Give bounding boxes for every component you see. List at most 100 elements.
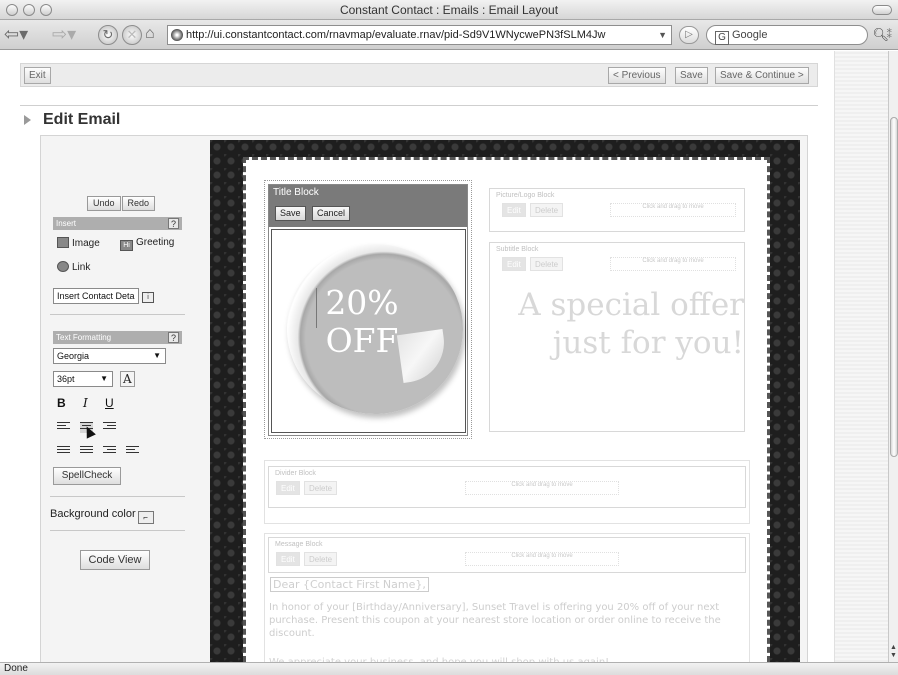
zoom-window-button[interactable] <box>40 4 52 16</box>
text-formatting-header: Text Formatting ? <box>53 331 182 344</box>
save-continue-button[interactable]: Save & Continue > <box>715 67 809 84</box>
separator <box>50 496 185 497</box>
message-delete-button[interactable]: Delete <box>304 552 338 566</box>
text-formatting-label: Text Formatting <box>56 333 112 342</box>
text-formatting-help-icon[interactable]: ? <box>168 332 179 343</box>
italic-button[interactable]: I <box>83 396 88 410</box>
right-margin <box>834 51 888 662</box>
subtitle-drag-handle[interactable]: Click and drag to move <box>610 257 736 271</box>
message-edit-button[interactable]: Edit <box>276 552 300 566</box>
home-icon[interactable]: ⌂ <box>145 25 155 45</box>
picture-logo-block[interactable]: Picture/Logo Block Edit Delete Click and… <box>489 188 745 232</box>
message-greeting: Dear {Contact First Name}, <box>270 577 429 592</box>
greeting-icon: Hi <box>120 240 133 251</box>
text-color-icon[interactable]: A <box>120 371 135 387</box>
info-icon[interactable]: i <box>142 289 157 303</box>
undo-button[interactable]: Undo <box>87 196 121 211</box>
insert-greeting-button[interactable]: Hi Greeting <box>120 237 174 251</box>
title-block-header: Title Block Save Cancel <box>269 185 467 227</box>
badge-line-2: OFF <box>325 321 399 360</box>
chevron-down-icon: ▼ <box>100 374 108 383</box>
title-block-editor[interactable]: Title Block Save Cancel 20% OFF <box>268 184 468 436</box>
title-cancel-button[interactable]: Cancel <box>312 206 351 221</box>
align-right-icon[interactable] <box>103 422 116 433</box>
align-left-icon[interactable] <box>57 422 70 433</box>
scroll-arrows-icon[interactable]: ▲ ▼ <box>890 644 897 660</box>
badge-text[interactable]: 20% OFF <box>302 284 422 360</box>
spellcheck-button[interactable]: SpellCheck <box>53 467 121 485</box>
picture-edit-button[interactable]: Edit <box>502 203 526 217</box>
close-window-button[interactable] <box>6 4 18 16</box>
subtitle-edit-button[interactable]: Edit <box>502 257 526 271</box>
message-body: In honor of your [Birthday/Anniversary],… <box>269 602 721 639</box>
subtitle-block-label: Subtitle Block <box>496 246 539 253</box>
bulleted-list-icon[interactable] <box>80 446 93 457</box>
scrollbar-thumb[interactable] <box>890 117 898 457</box>
rss-icon[interactable]: ▷ <box>679 26 699 44</box>
insert-contact-details-select[interactable]: Insert Contact Deta <box>53 288 139 304</box>
title-save-button[interactable]: Save <box>275 206 306 221</box>
font-select-value: Georgia <box>57 351 90 361</box>
insert-link-label: Link <box>72 262 91 273</box>
window-title: Constant Contact : Emails : Email Layout <box>339 3 559 17</box>
message-block[interactable]: Message Block Edit Delete Click and drag… <box>268 537 746 573</box>
picture-block-label: Picture/Logo Block <box>496 192 555 199</box>
redo-button[interactable]: Redo <box>121 196 156 211</box>
search-field[interactable]: G Google 🔍︎ <box>706 25 889 45</box>
status-bar: Done <box>0 662 898 675</box>
text-cursor <box>316 288 317 328</box>
code-view-button[interactable]: Code View <box>80 550 150 570</box>
globe-icon <box>171 29 183 41</box>
url-dropdown-icon[interactable]: ▼ <box>658 26 667 44</box>
minimize-window-button[interactable] <box>23 4 35 16</box>
image-icon <box>57 237 69 248</box>
background-color-label: Background color <box>50 508 136 520</box>
previous-button[interactable]: < Previous <box>608 67 666 84</box>
undo-redo-group: Undo Redo <box>87 196 156 212</box>
insert-greeting-label: Greeting <box>136 237 175 248</box>
subtitle-delete-button[interactable]: Delete <box>530 257 564 271</box>
font-size-value: 36pt <box>57 374 75 384</box>
message-drag-handle[interactable]: Click and drag to move <box>465 552 619 566</box>
title-edit-area[interactable]: 20% OFF <box>271 229 466 433</box>
separator <box>50 530 185 531</box>
font-size-select[interactable]: 36pt ▼ <box>53 371 113 387</box>
back-arrow-icon[interactable]: ⇦▾ <box>4 25 28 45</box>
divider-block-frame <box>264 460 750 524</box>
insert-help-icon[interactable]: ? <box>168 218 179 229</box>
overflow-icon[interactable]: ⁑ <box>887 28 893 41</box>
font-select[interactable]: Georgia ▼ <box>53 348 166 364</box>
tool-panel: Undo Redo Insert ? Image Hi Greeting Link … <box>50 193 185 593</box>
exit-button[interactable]: Exit <box>24 67 51 84</box>
background-color-control[interactable]: Background color ⌐ <box>50 508 154 524</box>
picture-delete-button[interactable]: Delete <box>530 203 564 217</box>
insert-image-label: Image <box>72 238 100 249</box>
collapse-triangle-icon[interactable] <box>24 115 31 125</box>
insert-header-label: Insert <box>56 219 77 228</box>
window-titlebar: Constant Contact : Emails : Email Layout <box>0 0 898 20</box>
toolbar-toggle-button[interactable] <box>872 5 892 15</box>
search-placeholder: Google <box>732 29 768 41</box>
chevron-down-icon: ▼ <box>153 351 161 360</box>
bold-button[interactable]: B <box>57 396 66 410</box>
action-bar: Exit < Previous Save Save & Continue > <box>20 63 818 87</box>
insert-link-button[interactable]: Link <box>57 261 90 273</box>
address-bar[interactable]: http://ui.constantcontact.com/rnavmap/ev… <box>167 25 672 45</box>
vertical-scrollbar[interactable]: ▲ ▼ <box>888 51 898 662</box>
badge-line-1: 20% <box>325 283 399 322</box>
url-text: http://ui.constantcontact.com/rnavmap/ev… <box>186 29 606 41</box>
numbered-list-icon[interactable] <box>57 446 70 457</box>
reload-icon[interactable]: ↻ <box>98 25 118 45</box>
mouse-cursor-icon <box>82 424 96 439</box>
picture-drag-handle[interactable]: Click and drag to move <box>610 203 736 217</box>
outdent-icon[interactable] <box>126 446 139 457</box>
browser-toolbar: ⇦▾ ⇨▾ ↻ ✕ ⌂ http://ui.constantcontact.co… <box>0 20 898 50</box>
indent-icon[interactable] <box>103 446 116 457</box>
save-button[interactable]: Save <box>675 67 708 84</box>
stop-icon[interactable]: ✕ <box>122 25 142 45</box>
insert-image-button[interactable]: Image <box>57 237 100 249</box>
forward-arrow-icon[interactable]: ⇨▾ <box>52 25 76 45</box>
underline-button[interactable]: U <box>105 396 114 410</box>
insert-header: Insert ? <box>53 217 182 230</box>
paint-bucket-icon[interactable]: ⌐ <box>137 511 154 524</box>
